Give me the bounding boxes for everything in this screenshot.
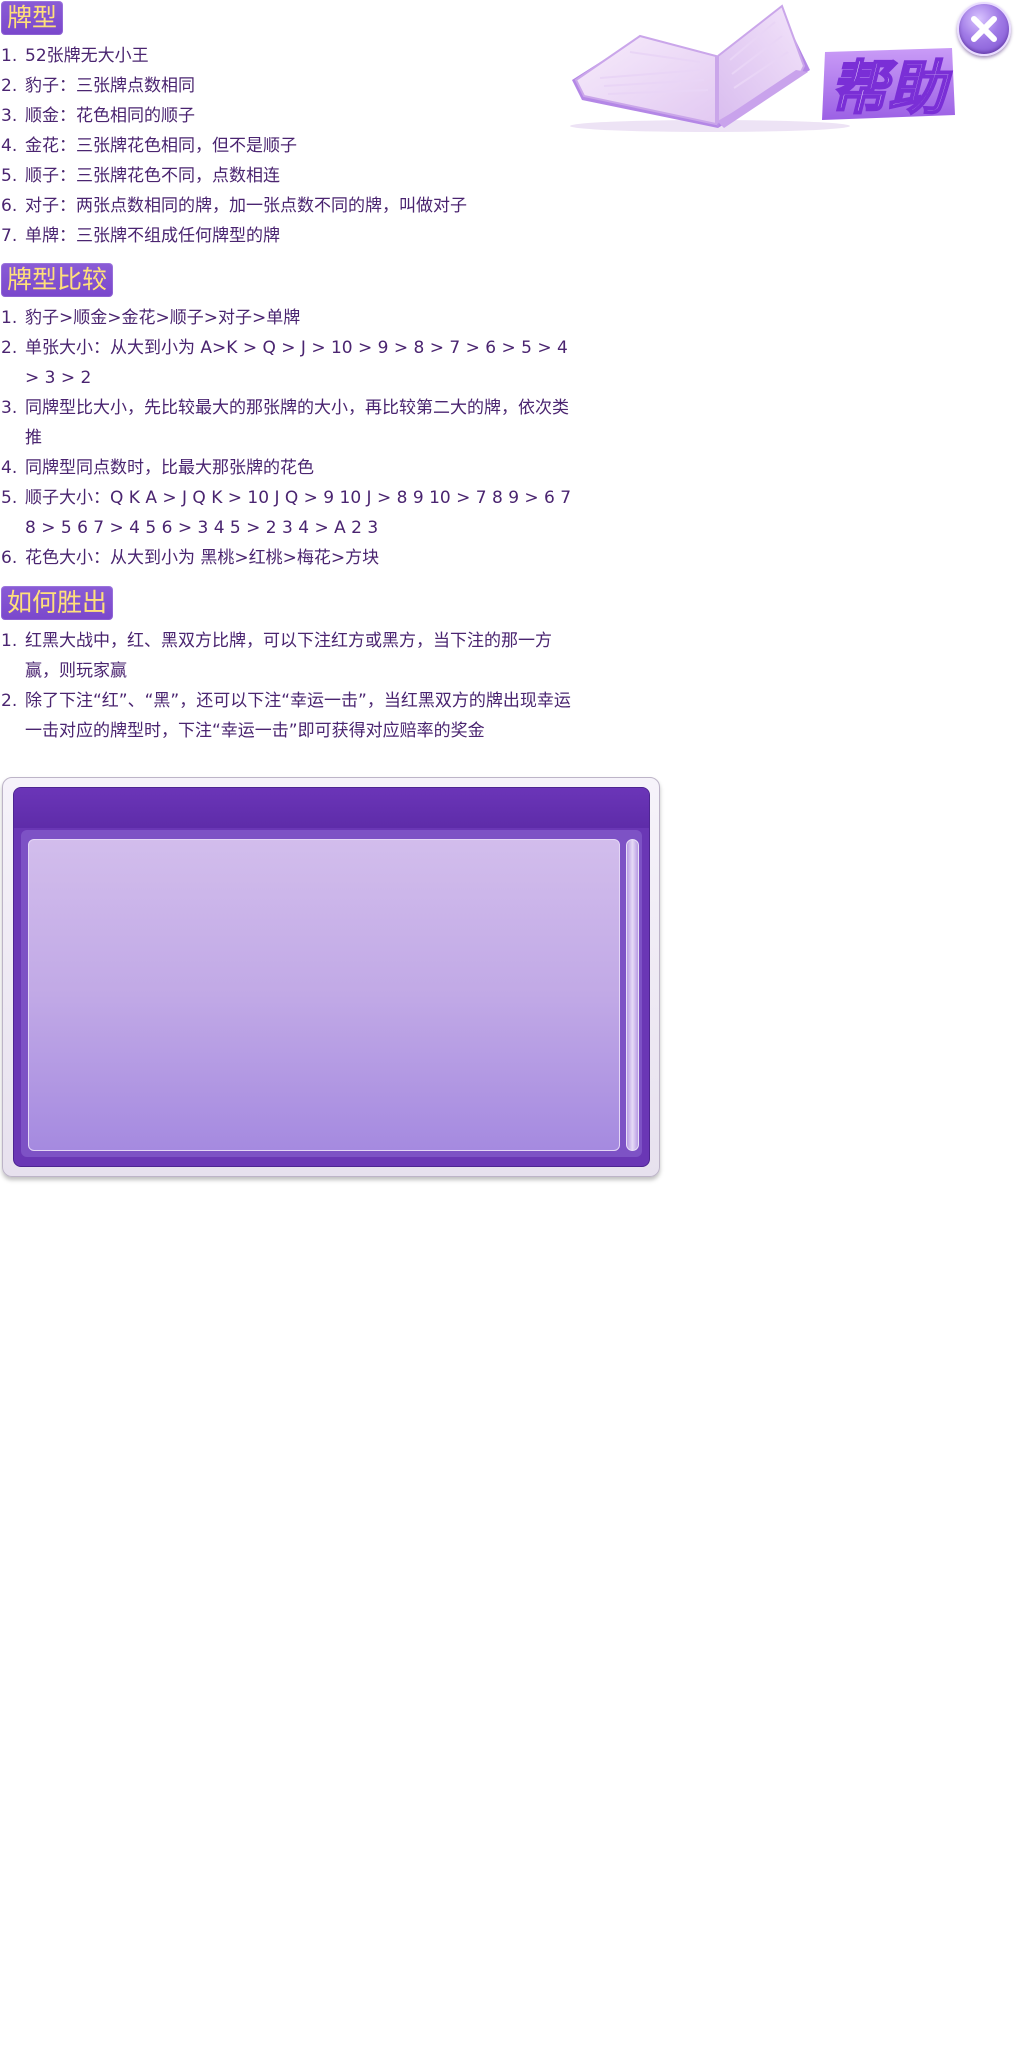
list-item: 7. 单牌：三张牌不组成任何牌型的牌 [0, 221, 575, 251]
section-title-card-types: 牌型 [1, 1, 64, 35]
list-item: 1. 红黑大战中，红、黑双方比牌，可以下注红方或黑方，当下注的那一方赢，则玩家赢 [0, 626, 575, 686]
section-title-card-comparison: 牌型比较 [1, 263, 114, 297]
list-item: 5. 顺子大小：Q K A > J Q K > 10 J Q > 9 10 J >… [0, 483, 575, 543]
card-comparison-list: 1. 豹子>顺金>金花>顺子>对子>单牌 2. 单张大小：从大到小为 A>K > Q… [0, 303, 575, 573]
list-item: 1. 52张牌无大小王 [0, 41, 575, 71]
panel-body [21, 830, 642, 1157]
help-title: 帮助 [830, 54, 952, 122]
open-book-icon: 帮助 [570, 4, 955, 132]
item-text: 对子：两张点数相同的牌，加一张点数不同的牌，叫做对子 [25, 196, 467, 216]
close-button[interactable] [957, 2, 1011, 56]
section-title-how-to-win: 如何胜出 [1, 586, 114, 620]
list-item: 2. 除了下注“红”、“黑”，还可以下注“幸运一击”，当红黑双方的牌出现幸运一击对… [0, 686, 575, 746]
item-number: 5. [1, 488, 18, 508]
item-number: 3. [1, 398, 18, 418]
content-panel [2, 777, 660, 1177]
how-to-win-list: 1. 红黑大战中，红、黑双方比牌，可以下注红方或黑方，当下注的那一方赢，则玩家赢 … [0, 626, 575, 746]
list-item: 5. 顺子：三张牌花色不同，点数相连 [0, 161, 575, 191]
close-icon [971, 16, 997, 42]
list-item: 6. 花色大小：从大到小为 黑桃>红桃>梅花>方块 [0, 543, 575, 573]
list-item: 1. 豹子>顺金>金花>顺子>对子>单牌 [0, 303, 575, 333]
item-number: 2. [1, 76, 18, 96]
item-text: 红黑大战中，红、黑双方比牌，可以下注红方或黑方，当下注的那一方赢，则玩家赢 [25, 631, 552, 681]
panel-frame [13, 787, 650, 1167]
panel-header [14, 788, 649, 828]
panel-content-area[interactable] [28, 839, 620, 1151]
card-types-list: 1. 52张牌无大小王 2. 豹子：三张牌点数相同 3. 顺金：花色相同的顺子 4. 金… [0, 41, 575, 251]
item-number: 1. [1, 46, 18, 66]
item-number: 1. [1, 308, 18, 328]
list-item: 2. 豹子：三张牌点数相同 [0, 71, 575, 101]
list-item: 2. 单张大小：从大到小为 A>K > Q > J > 10 > 9 > 8 > … [0, 333, 575, 393]
item-text: 顺子：三张牌花色不同，点数相连 [25, 166, 280, 186]
item-number: 1. [1, 631, 18, 651]
item-number: 3. [1, 106, 18, 126]
item-number: 2. [1, 691, 18, 711]
item-number: 7. [1, 226, 18, 246]
item-text: 同牌型同点数时，比最大那张牌的花色 [25, 458, 314, 478]
item-text: 单牌：三张牌不组成任何牌型的牌 [25, 226, 280, 246]
item-text: 豹子：三张牌点数相同 [25, 76, 195, 96]
scrollbar[interactable] [626, 839, 639, 1151]
help-header: 帮助 [560, 0, 960, 135]
item-text: 同牌型比大小，先比较最大的那张牌的大小，再比较第二大的牌，依次类推 [25, 398, 569, 448]
item-text: 豹子>顺金>金花>顺子>对子>单牌 [25, 308, 301, 328]
list-item: 3. 同牌型比大小，先比较最大的那张牌的大小，再比较第二大的牌，依次类推 [0, 393, 575, 453]
list-item: 4. 同牌型同点数时，比最大那张牌的花色 [0, 453, 575, 483]
item-text: 花色大小：从大到小为 黑桃>红桃>梅花>方块 [25, 548, 380, 568]
list-item: 3. 顺金：花色相同的顺子 [0, 101, 575, 131]
item-number: 5. [1, 166, 18, 186]
item-number: 2. [1, 338, 18, 358]
item-text: 顺金：花色相同的顺子 [25, 106, 195, 126]
item-text: 顺子大小：Q K A > J Q K > 10 J Q > 9 10 J > 8… [25, 488, 572, 538]
item-number: 6. [1, 196, 18, 216]
item-text: 除了下注“红”、“黑”，还可以下注“幸运一击”，当红黑双方的牌出现幸运一击对应的… [25, 691, 571, 741]
item-number: 6. [1, 548, 18, 568]
item-number: 4. [1, 458, 18, 478]
help-page: 牌型 1. 52张牌无大小王 2. 豹子：三张牌点数相同 3. 顺金：花色相同的顺子 … [0, 0, 1024, 2048]
list-item: 4. 金花：三张牌花色相同，但不是顺子 [0, 131, 575, 161]
item-text: 单张大小：从大到小为 A>K > Q > J > 10 > 9 > 8 > 7 … [25, 338, 568, 388]
item-text: 金花：三张牌花色相同，但不是顺子 [25, 136, 297, 156]
item-text: 52张牌无大小王 [25, 46, 149, 66]
list-item: 6. 对子：两张点数相同的牌，加一张点数不同的牌，叫做对子 [0, 191, 575, 221]
item-number: 4. [1, 136, 18, 156]
